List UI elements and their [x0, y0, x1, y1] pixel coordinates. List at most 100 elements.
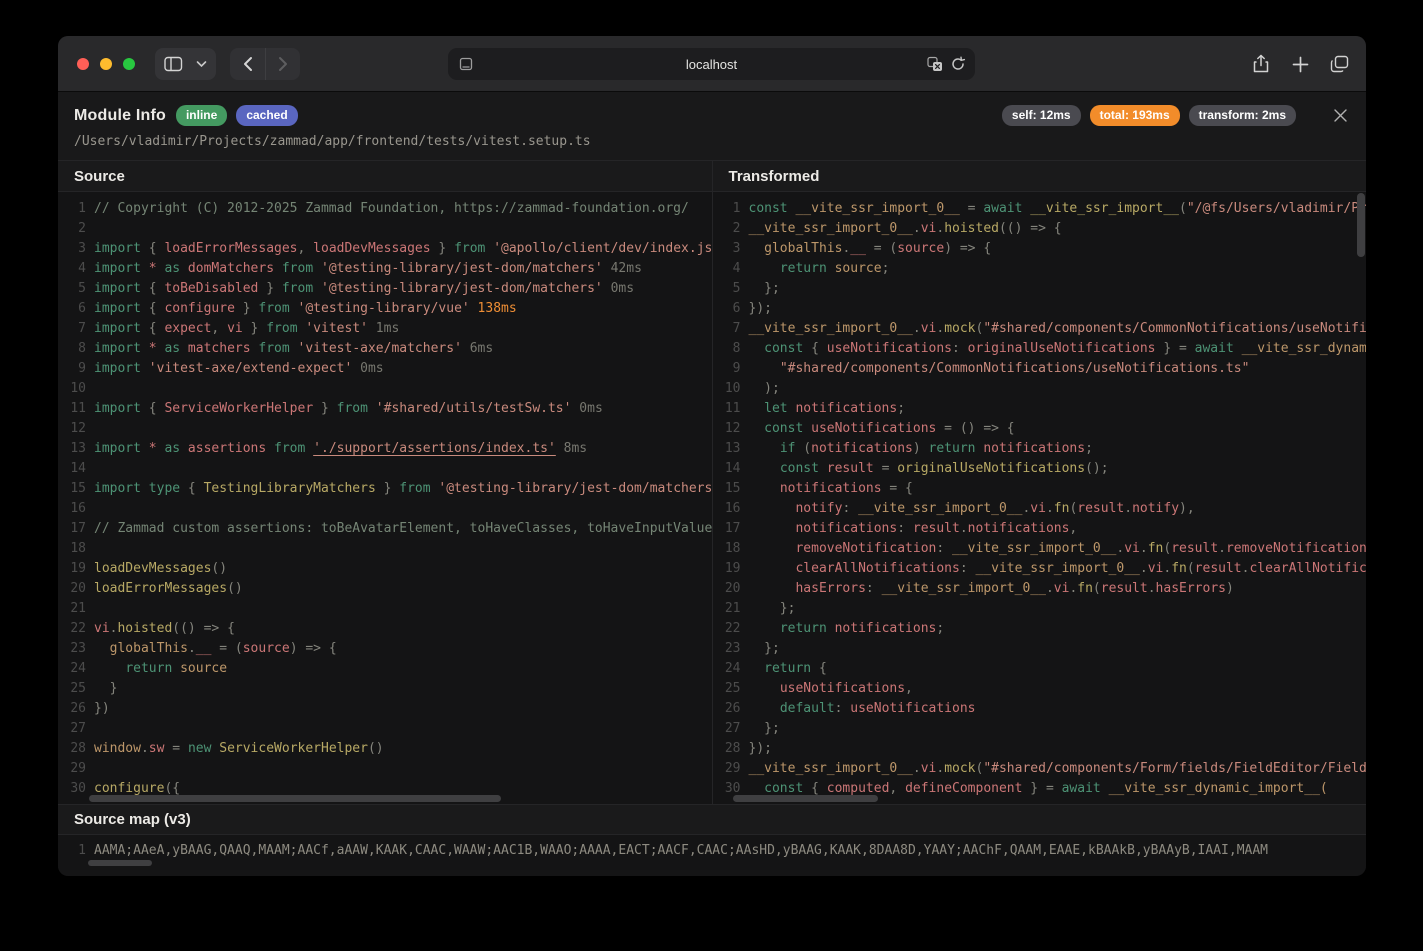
code-token: loadErrorMessages	[164, 241, 297, 256]
line-number: 8	[713, 339, 741, 359]
source-code[interactable]: 1// Copyright (C) 2012-2025 Zammad Found…	[58, 192, 712, 804]
code-line: 26 default: useNotifications	[713, 699, 1367, 719]
code-token: {	[141, 401, 164, 416]
code-token: 0ms	[571, 401, 602, 416]
code-token: __vite_ssr_import_0__	[882, 581, 1046, 596]
code-token: vi	[1124, 541, 1140, 556]
code-token: source	[827, 261, 882, 276]
share-button[interactable]	[1246, 48, 1276, 80]
code-token: .	[1148, 581, 1156, 596]
window-close-button[interactable]	[77, 58, 89, 70]
code-token: :	[897, 521, 913, 536]
line-content: import 'vitest-axe/extend-expect' 0ms	[86, 359, 384, 379]
code-token: = () => {	[936, 421, 1014, 436]
page-format-icon[interactable]	[458, 56, 474, 72]
line-number: 5	[58, 279, 86, 299]
line-number: 24	[58, 659, 86, 679]
line-number: 12	[713, 419, 741, 439]
code-token: __vite_ssr_import_0__	[952, 541, 1116, 556]
line-content: loadErrorMessages()	[86, 579, 243, 599]
sourcemap-code[interactable]: 1 AAMA;AAeA,yBAAG,QAAQ,MAAM;AACf,aAAW,KA…	[58, 835, 1366, 870]
code-line: 19 clearAllNotifications: __vite_ssr_imp…	[713, 559, 1367, 579]
code-token: :	[842, 501, 858, 516]
tab-overview-button[interactable]	[1324, 48, 1354, 80]
code-line: 17// Zammad custom assertions: toBeAvata…	[58, 519, 712, 539]
code-token: 138ms	[470, 301, 517, 316]
transformed-vscrollbar[interactable]	[1357, 193, 1365, 257]
code-token: import	[94, 401, 141, 416]
code-token: ServiceWorkerHelper	[164, 401, 313, 416]
transformed-hscrollbar[interactable]	[733, 795, 878, 802]
code-panels: Source 1// Copyright (C) 2012-2025 Zamma…	[58, 160, 1366, 804]
forward-button[interactable]	[265, 48, 300, 80]
code-token: configure	[94, 781, 164, 796]
code-token: from	[454, 241, 485, 256]
line-content: if (notifications) return notifications;	[741, 439, 1093, 459]
code-token: ()	[211, 561, 227, 576]
address-bar[interactable]: localhost	[448, 48, 975, 80]
code-token: as	[157, 341, 180, 356]
new-tab-button[interactable]	[1285, 48, 1315, 80]
line-number: 26	[58, 699, 86, 719]
code-token: =	[874, 461, 897, 476]
code-token	[749, 661, 765, 676]
code-token: 42ms	[603, 261, 642, 276]
code-token: import	[94, 341, 141, 356]
translate-icon[interactable]	[926, 56, 943, 72]
code-line: 5import { toBeDisabled } from '@testing-…	[58, 279, 712, 299]
line-content: let notifications;	[741, 399, 906, 419]
code-line: 25 }	[58, 679, 712, 699]
code-token: ({	[164, 781, 180, 796]
line-number: 18	[58, 539, 86, 559]
code-line: 18	[58, 539, 712, 559]
code-token: }	[235, 301, 258, 316]
code-token: matchers	[180, 341, 250, 356]
badge-self: self: 12ms	[1002, 105, 1081, 126]
code-token: .	[1140, 561, 1148, 576]
line-number: 9	[713, 359, 741, 379]
code-token: window	[94, 741, 141, 756]
code-token: fn	[1171, 561, 1187, 576]
back-button[interactable]	[230, 48, 265, 80]
code-token: __	[850, 241, 866, 256]
module-link[interactable]: './support/assertions/index.ts'	[313, 441, 556, 456]
close-icon[interactable]	[1330, 106, 1350, 126]
code-token: vi	[227, 321, 243, 336]
code-token: await	[1062, 781, 1101, 796]
code-token: *	[141, 261, 157, 276]
code-token: .	[936, 321, 944, 336]
code-token: notify	[1132, 501, 1179, 516]
chevron-down-icon	[196, 60, 207, 68]
window-minimize-button[interactable]	[100, 58, 112, 70]
code-token: =	[164, 741, 187, 756]
code-token: ) => {	[290, 641, 337, 656]
code-token: __	[196, 641, 212, 656]
code-line: 11 let notifications;	[713, 399, 1367, 419]
code-line: 28});	[713, 739, 1367, 759]
line-number: 4	[713, 259, 741, 279]
line-number: 16	[58, 499, 86, 519]
code-line: 22vi.hoisted(() => {	[58, 619, 712, 639]
code-token: fn	[1148, 541, 1164, 556]
sidebar-toggle-button[interactable]	[155, 48, 216, 80]
line-number: 3	[713, 239, 741, 259]
code-line: 1// Copyright (C) 2012-2025 Zammad Found…	[58, 199, 712, 219]
code-line: 7__vite_ssr_import_0__.vi.mock("#shared/…	[713, 319, 1367, 339]
sourcemap-title: Source map (v3)	[58, 805, 1366, 835]
sourcemap-hscrollbar[interactable]	[88, 860, 152, 866]
window-zoom-button[interactable]	[123, 58, 135, 70]
line-content: notify: __vite_ssr_import_0__.vi.fn(resu…	[741, 499, 1195, 519]
line-number: 30	[58, 779, 86, 799]
code-token: originalUseNotifications	[968, 341, 1156, 356]
code-token: notifications	[827, 621, 937, 636]
code-line: 8import * as matchers from 'vitest-axe/m…	[58, 339, 712, 359]
code-token	[749, 681, 780, 696]
source-hscrollbar[interactable]	[89, 795, 501, 802]
code-token: vi	[921, 761, 937, 776]
line-number: 27	[58, 719, 86, 739]
line-number: 7	[713, 319, 741, 339]
reload-icon[interactable]	[950, 56, 966, 72]
line-number: 7	[58, 319, 86, 339]
transformed-code[interactable]: 1const __vite_ssr_import_0__ = await __v…	[713, 192, 1367, 804]
code-token: vi	[921, 221, 937, 236]
